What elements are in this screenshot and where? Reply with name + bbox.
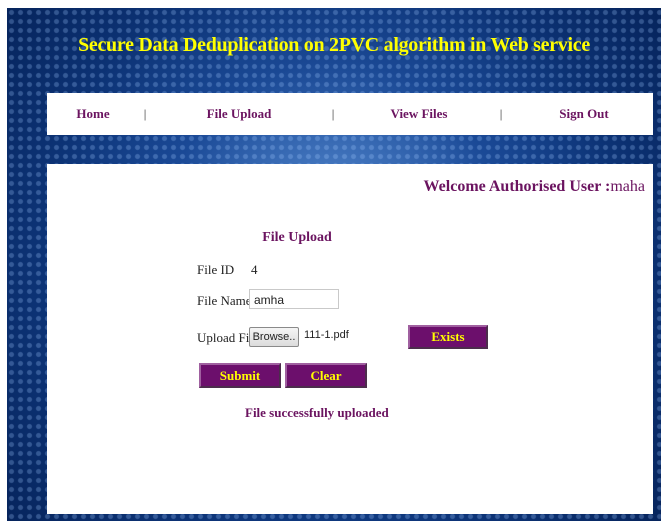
nav-separator: |: [143, 106, 147, 121]
file-id-value: 4: [251, 262, 258, 277]
clear-button[interactable]: Clear: [285, 363, 367, 388]
nav-item-view-files[interactable]: View Files: [391, 93, 448, 135]
file-name-label: File Name: [197, 293, 252, 308]
welcome-message: Welcome Authorised User :maha: [424, 178, 645, 196]
welcome-username: maha: [610, 178, 645, 195]
submit-button[interactable]: Submit: [199, 363, 281, 388]
welcome-prefix: Welcome Authorised User :: [423, 178, 611, 195]
nav-item-file-upload[interactable]: File Upload: [207, 93, 272, 135]
selected-file-name: 111-1.pdf: [304, 329, 349, 341]
main-content: Welcome Authorised User :maha File Uploa…: [47, 164, 653, 514]
nav-bar: Home | File Upload | View Files | Sign O…: [47, 93, 653, 135]
nav-separator: |: [331, 106, 335, 121]
status-message: File successfully uploaded: [245, 405, 389, 420]
nav-item-home[interactable]: Home: [76, 93, 109, 135]
nav-separator: |: [499, 106, 503, 121]
site-title: Secure Data Deduplication on 2PVC algori…: [78, 34, 590, 56]
browse-button[interactable]: Browse..: [249, 327, 299, 347]
file-id-label: File ID: [197, 262, 235, 277]
form-title: File Upload: [262, 230, 332, 245]
exists-button[interactable]: Exists: [408, 325, 488, 349]
nav-item-sign-out[interactable]: Sign Out: [559, 93, 609, 135]
file-name-input[interactable]: amha: [249, 289, 339, 309]
